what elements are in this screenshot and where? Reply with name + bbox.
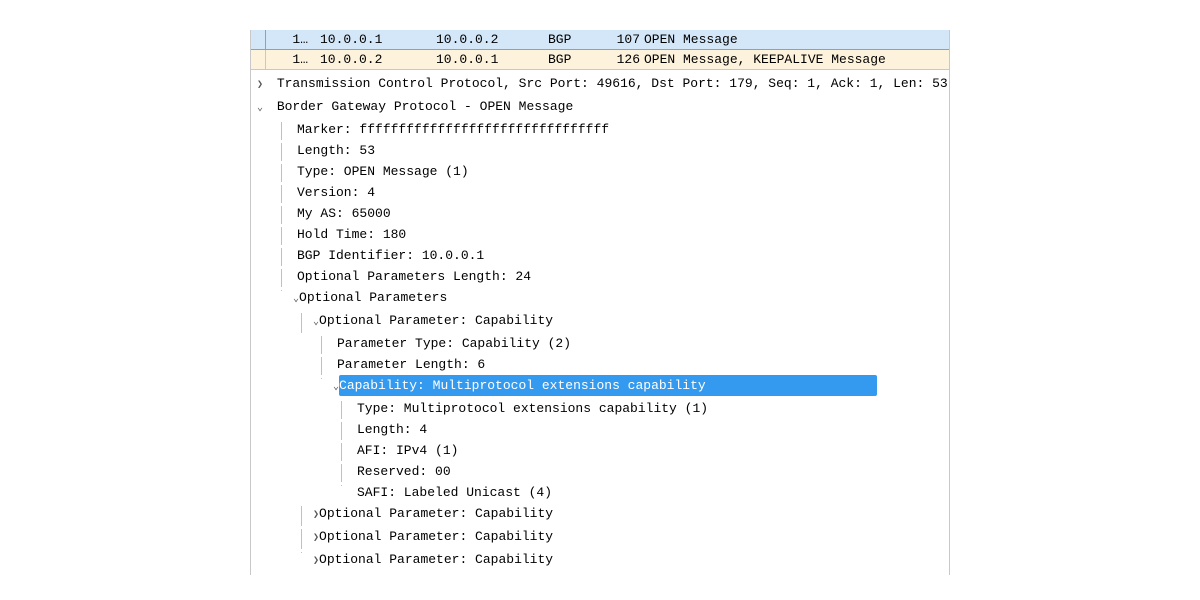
tree-node-leaf[interactable]: Optional Parameters Length: 24 [251,266,949,287]
tree-node-leaf[interactable]: Length: 53 [251,140,949,161]
chevron-down-icon[interactable]: ⌄ [257,98,269,119]
packet-list-row[interactable]: 1… 10.0.0.1 10.0.0.2 BGP 107 OPEN Messag… [251,30,949,50]
tree-node-leaf[interactable]: Reserved: 00 [251,461,949,482]
tree-label: Optional Parameter: Capability [319,529,553,544]
tree-node-leaf[interactable]: Version: 4 [251,182,949,203]
tree-label: AFI: IPv4 (1) [357,443,458,458]
tree-label: SAFI: Labeled Unicast (4) [357,485,552,500]
chevron-right-icon[interactable]: ❯ [257,75,269,96]
col-dest: 10.0.0.2 [436,30,548,49]
tree-label: BGP Identifier: 10.0.0.1 [297,248,484,263]
tree-label: Optional Parameters [299,290,447,305]
tree-node-leaf[interactable]: SAFI: Labeled Unicast (4) [251,482,949,503]
tree-node-capability[interactable]: ❯Optional Parameter: Capability [251,526,949,549]
tree-label: Optional Parameter: Capability [319,313,553,328]
tree-label: Optional Parameter: Capability [319,506,553,521]
col-dest: 10.0.0.1 [436,50,548,69]
tree-label: Version: 4 [297,185,375,200]
packet-details-tree: ❯ Transmission Control Protocol, Src Por… [251,70,949,575]
tree-node-leaf[interactable]: AFI: IPv4 (1) [251,440,949,461]
tree-node-bgp[interactable]: ⌄ Border Gateway Protocol - OPEN Message [251,96,949,119]
tree-node-capability[interactable]: ⌄Optional Parameter: Capability [251,310,949,333]
tree-label-selected: Capability: Multiprotocol extensions cap… [339,375,877,396]
col-info: OPEN Message, KEEPALIVE Message [644,50,949,69]
tree-label: Optional Parameter: Capability [319,552,553,567]
tree-label: Type: OPEN Message (1) [297,164,469,179]
packet-analyzer-panel: 1… 10.0.0.1 10.0.0.2 BGP 107 OPEN Messag… [250,30,950,575]
tree-label: Marker: ffffffffffffffffffffffffffffffff [297,122,609,137]
tree-label: Length: 53 [297,143,375,158]
col-length: 126 [606,50,644,69]
tree-node-capability[interactable]: ❯Optional Parameter: Capability [251,503,949,526]
col-number: 1… [266,30,314,49]
tree-label: Optional Parameters Length: 24 [297,269,531,284]
col-number: 1… [266,50,314,69]
tree-node-leaf[interactable]: Type: Multiprotocol extensions capabilit… [251,398,949,419]
tree-node-tcp[interactable]: ❯ Transmission Control Protocol, Src Por… [251,73,949,96]
tree-label: Parameter Length: 6 [337,357,485,372]
col-length: 107 [606,30,644,49]
tree-label: Length: 4 [357,422,427,437]
tree-node-leaf[interactable]: Length: 4 [251,419,949,440]
tree-label: Parameter Type: Capability (2) [337,336,571,351]
row-gutter [251,50,266,69]
row-gutter [251,30,266,49]
col-info: OPEN Message [644,30,949,49]
tree-label: Transmission Control Protocol, Src Port:… [277,76,948,91]
col-protocol: BGP [548,30,606,49]
tree-node-leaf[interactable]: Marker: ffffffffffffffffffffffffffffffff [251,119,949,140]
tree-label: My AS: 65000 [297,206,391,221]
tree-label: Border Gateway Protocol - OPEN Message [277,99,573,114]
tree-label: Type: Multiprotocol extensions capabilit… [357,401,708,416]
col-source: 10.0.0.1 [314,30,436,49]
tree-label: Reserved: 00 [357,464,451,479]
tree-node-leaf[interactable]: Hold Time: 180 [251,224,949,245]
packet-list-row[interactable]: 1… 10.0.0.2 10.0.0.1 BGP 126 OPEN Messag… [251,50,949,70]
tree-node-leaf[interactable]: Parameter Type: Capability (2) [251,333,949,354]
tree-node-leaf[interactable]: My AS: 65000 [251,203,949,224]
tree-node-capability-detail[interactable]: ⌄Capability: Multiprotocol extensions ca… [251,375,949,398]
tree-node-capability[interactable]: ❯Optional Parameter: Capability [251,549,949,572]
tree-node-leaf[interactable]: Parameter Length: 6 [251,354,949,375]
col-protocol: BGP [548,50,606,69]
tree-node-optional-params[interactable]: ⌄Optional Parameters [251,287,949,310]
tree-node-leaf[interactable]: BGP Identifier: 10.0.0.1 [251,245,949,266]
col-source: 10.0.0.2 [314,50,436,69]
tree-node-leaf[interactable]: Type: OPEN Message (1) [251,161,949,182]
tree-label: Hold Time: 180 [297,227,406,242]
